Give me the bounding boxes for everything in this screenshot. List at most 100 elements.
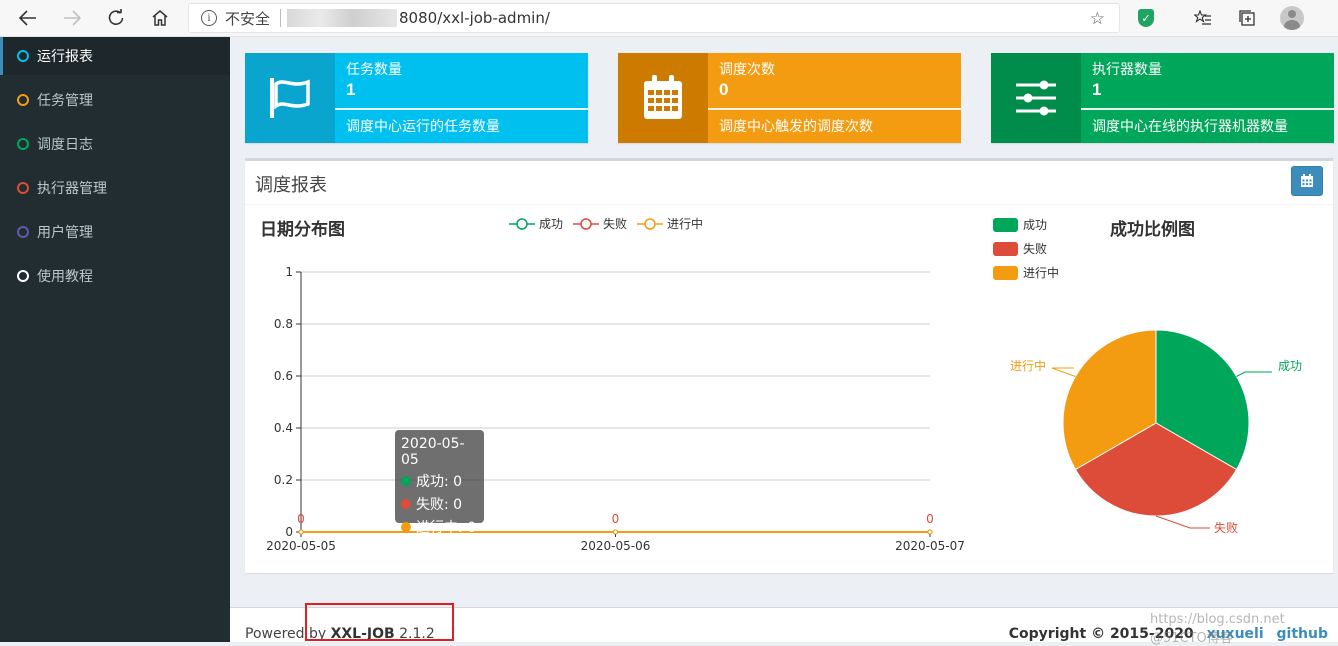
blurred-host: [287, 9, 398, 27]
highlight-annotation-box: [305, 603, 454, 641]
flag-icon: [245, 53, 335, 143]
pie-chart-title: 成功比例图: [1110, 220, 1195, 240]
circle-icon: [17, 50, 29, 62]
profile-avatar-icon[interactable]: [1279, 5, 1305, 31]
data-label: 0: [926, 512, 934, 526]
info-box-description: 调度中心运行的任务数量: [346, 119, 500, 135]
data-point: [927, 529, 933, 535]
legend-label: 失败: [603, 217, 628, 231]
date-range-button[interactable]: [1291, 166, 1323, 196]
info-box-triggers: 调度次数 0 调度中心触发的调度次数: [618, 53, 961, 143]
data-point: [613, 529, 618, 535]
pie-legend-running[interactable]: 进行中: [993, 264, 1059, 281]
info-box-number: 1: [346, 80, 356, 99]
legend-swatch: [993, 217, 1018, 232]
legend-line-marker: [573, 217, 599, 230]
panel-title: 调度报表: [255, 175, 327, 196]
pie-legend-fail[interactable]: 失败: [993, 240, 1047, 257]
tooltip-success: 成功: 0: [416, 474, 463, 490]
pie-label: 成功: [1278, 359, 1302, 373]
circle-icon: [17, 182, 29, 194]
legend-label: 成功: [1023, 218, 1048, 232]
data-label: 0: [297, 512, 305, 526]
line-chart: 0 0.2 0.4 0.6 0.8 1 2020-05-05 2020-05-06 2020-0…: [266, 265, 965, 553]
x-tick-label: 2020-05-07: [895, 539, 965, 553]
calendar-icon: [1301, 174, 1313, 187]
x-tick-label: 2020-05-06: [581, 539, 651, 553]
sidebar-item-report[interactable]: 运行报表: [0, 37, 230, 75]
info-box-description: 调度中心在线的执行器机器数量: [1092, 119, 1288, 135]
favorites-list-icon[interactable]: [1190, 5, 1216, 31]
home-icon[interactable]: [145, 4, 175, 32]
refresh-icon[interactable]: [101, 4, 131, 32]
legend-line-marker: [637, 217, 663, 230]
sidebar: 运行报表 任务管理 调度日志 执行器管理 用户管理 使用教程: [0, 37, 230, 642]
chart-tooltip: 2020-05-05 成功: 0 失败: 0 进行中: 0: [395, 430, 484, 536]
sidebar-item-label: 用户管理: [37, 225, 93, 241]
pie-label: 失败: [1214, 520, 1238, 535]
info-box-description: 调度中心触发的调度次数: [719, 119, 873, 135]
legend-item-fail[interactable]: 失败: [573, 215, 627, 232]
info-box-title: 任务数量: [346, 62, 402, 78]
series-dot: [401, 499, 411, 509]
legend-label: 失败: [1023, 242, 1048, 256]
y-tick-label: 0: [285, 525, 293, 539]
sidebar-item-label: 运行报表: [37, 49, 93, 65]
circle-icon: [17, 138, 29, 150]
sidebar-item-help[interactable]: 使用教程: [0, 257, 230, 295]
y-tick-label: 0.4: [274, 421, 293, 435]
y-tick-label: 0.8: [274, 317, 293, 331]
pie-label-line: [1155, 515, 1210, 529]
y-tick-label: 1: [285, 265, 293, 279]
pie-label: 进行中: [1010, 358, 1046, 373]
back-icon[interactable]: [13, 4, 43, 32]
info-box-executors: 执行器数量 1 调度中心在线的执行器机器数量: [991, 53, 1334, 143]
progress-bar: [1081, 108, 1334, 110]
pie-legend-success[interactable]: 成功: [993, 216, 1047, 233]
progress-bar: [708, 108, 961, 110]
pie-chart: 成功失败 进行中: [1010, 329, 1302, 535]
info-box-title: 调度次数: [719, 62, 775, 78]
circle-icon: [17, 270, 29, 282]
sidebar-item-label: 执行器管理: [37, 181, 107, 197]
circle-icon: [17, 94, 29, 106]
sidebar-item-label: 使用教程: [37, 269, 93, 285]
data-label: 0: [612, 512, 620, 526]
data-point: [298, 529, 304, 535]
calendar-icon: [618, 53, 708, 143]
sidebar-item-executors[interactable]: 执行器管理: [0, 169, 230, 207]
sidebar-item-users[interactable]: 用户管理: [0, 213, 230, 251]
legend-swatch: [993, 265, 1018, 280]
legend-item-running[interactable]: 进行中: [637, 215, 703, 232]
pie-label-line: [1236, 371, 1272, 377]
sidebar-item-label: 调度日志: [37, 137, 93, 153]
shield-extension-icon[interactable]: ✓: [1133, 5, 1159, 31]
sidebar-item-label: 任务管理: [37, 93, 93, 109]
info-box-number: 1: [1092, 80, 1102, 99]
info-box-title: 执行器数量: [1092, 62, 1162, 78]
panel-divider: [245, 204, 1333, 205]
legend-label: 进行中: [667, 217, 704, 231]
address-separator: [280, 9, 282, 27]
y-tick-label: 0.2: [274, 473, 293, 487]
x-tick-label: 2020-05-05: [266, 539, 336, 553]
sidebar-item-logs[interactable]: 调度日志: [0, 125, 230, 163]
browser-toolbar: i 不安全 8080/xxl-job-admin/ ☆ ✓: [0, 0, 1338, 37]
sliders-icon: [991, 53, 1081, 143]
favorite-star-icon[interactable]: ☆: [1090, 9, 1105, 29]
legend-item-success[interactable]: 成功: [509, 215, 563, 232]
legend-line-marker: [509, 217, 535, 230]
y-tick-label: 0.6: [274, 369, 293, 383]
tooltip-running: 进行中: 0: [416, 520, 477, 536]
collections-icon[interactable]: [1234, 5, 1260, 31]
address-bar[interactable]: i 不安全 8080/xxl-job-admin/ ☆: [188, 3, 1120, 33]
line-chart-title: 日期分布图: [260, 220, 345, 240]
forward-icon[interactable]: [57, 4, 87, 32]
legend-label: 成功: [539, 217, 564, 231]
info-icon[interactable]: i: [201, 10, 217, 26]
circle-icon: [17, 226, 29, 238]
series-dot: [401, 522, 411, 532]
legend-label: 进行中: [1023, 266, 1060, 280]
sidebar-item-jobs[interactable]: 任务管理: [0, 81, 230, 119]
series-dot: [401, 476, 411, 486]
